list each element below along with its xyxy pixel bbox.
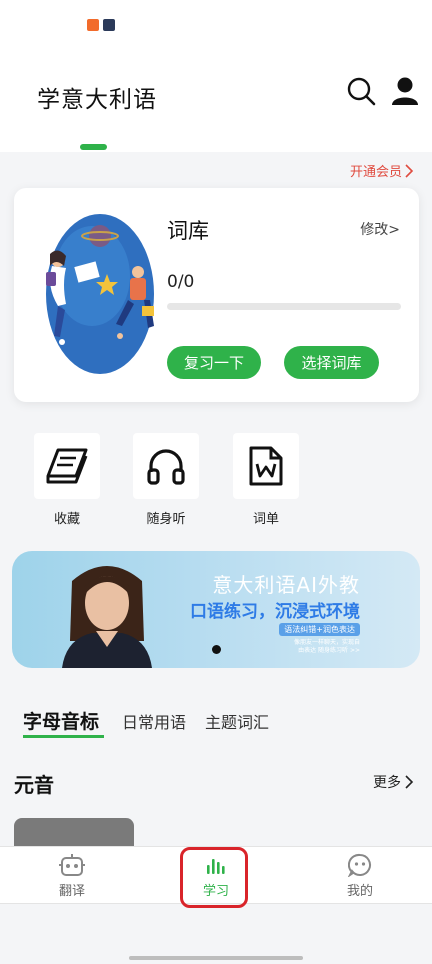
carousel-indicator[interactable] (212, 645, 221, 654)
shortcut-label: 随身听 (146, 512, 186, 527)
vocab-card: 词库 修改> 0/0 复习一下 选择词库 (14, 188, 419, 402)
tab-daily-phrases[interactable]: 日常用语 (122, 709, 186, 733)
status-icons (87, 19, 115, 31)
study-illustration (46, 214, 154, 374)
vip-label: 开通会员 (349, 165, 402, 180)
shortcut-wordlist[interactable]: 词单 (231, 433, 301, 527)
banner-title: 意大利语AI外教 (212, 573, 360, 597)
chevron-right-icon (405, 775, 414, 789)
status-bar (0, 0, 432, 50)
bottom-nav: 翻译 学习 我的 (0, 846, 432, 908)
shortcut-listen[interactable]: 随身听 (131, 433, 201, 527)
notification-play-icon (103, 19, 115, 31)
app-header: 学意大利语 (0, 50, 432, 152)
banner-subtitle: 口语练习，沉浸式环境 (190, 602, 360, 622)
face-icon (348, 853, 371, 877)
nav-label: 翻译 (58, 884, 85, 899)
notification-app-icon (87, 19, 99, 31)
user-icon[interactable] (390, 76, 420, 106)
chevron-right-icon (405, 163, 414, 178)
vocab-edit-link[interactable]: 修改> (360, 219, 400, 239)
vocab-title: 词库 (167, 219, 209, 243)
home-indicator (129, 956, 303, 960)
nav-translate[interactable]: 翻译 (32, 853, 112, 899)
shortcut-label: 词单 (252, 512, 279, 527)
ai-tutor-banner[interactable]: 意大利语AI外教 口语练习，沉浸式环境 语法纠错+润色表达 像朋友一样聊天，实现… (12, 551, 420, 668)
tab-topic-vocab[interactable]: 主题词汇 (205, 709, 269, 733)
vocab-progress-bar (167, 303, 401, 310)
header-tab-indicator (80, 144, 107, 150)
word-doc-icon (233, 433, 299, 499)
robot-icon (59, 854, 85, 876)
vip-link[interactable]: 开通会员 (350, 161, 414, 180)
search-icon[interactable] (346, 76, 376, 106)
nav-label: 我的 (346, 884, 373, 899)
vocab-count: 0/0 (167, 272, 195, 292)
choose-vocab-button[interactable]: 选择词库 (284, 346, 379, 379)
headphones-icon (133, 433, 199, 499)
topic-tab-indicator (23, 735, 104, 738)
shortcut-label: 收藏 (53, 512, 80, 527)
page-title: 学意大利语 (37, 87, 157, 113)
nav-highlight-box (180, 847, 248, 908)
nav-profile[interactable]: 我的 (320, 853, 400, 899)
banner-note: 像朋友一样聊天，实现自由表达 随身练习听 >> (293, 639, 360, 654)
more-link[interactable]: 更多 (373, 772, 414, 792)
review-button[interactable]: 复习一下 (167, 346, 261, 379)
book-icon (34, 433, 100, 499)
tutor-portrait (62, 566, 152, 668)
more-label: 更多 (373, 775, 401, 791)
tab-alphabet[interactable]: 字母音标 (23, 707, 99, 734)
section-title: 元音 (14, 773, 54, 797)
banner-tag: 语法纠错+润色表达 (279, 623, 360, 636)
shortcut-favorites[interactable]: 收藏 (32, 433, 102, 527)
